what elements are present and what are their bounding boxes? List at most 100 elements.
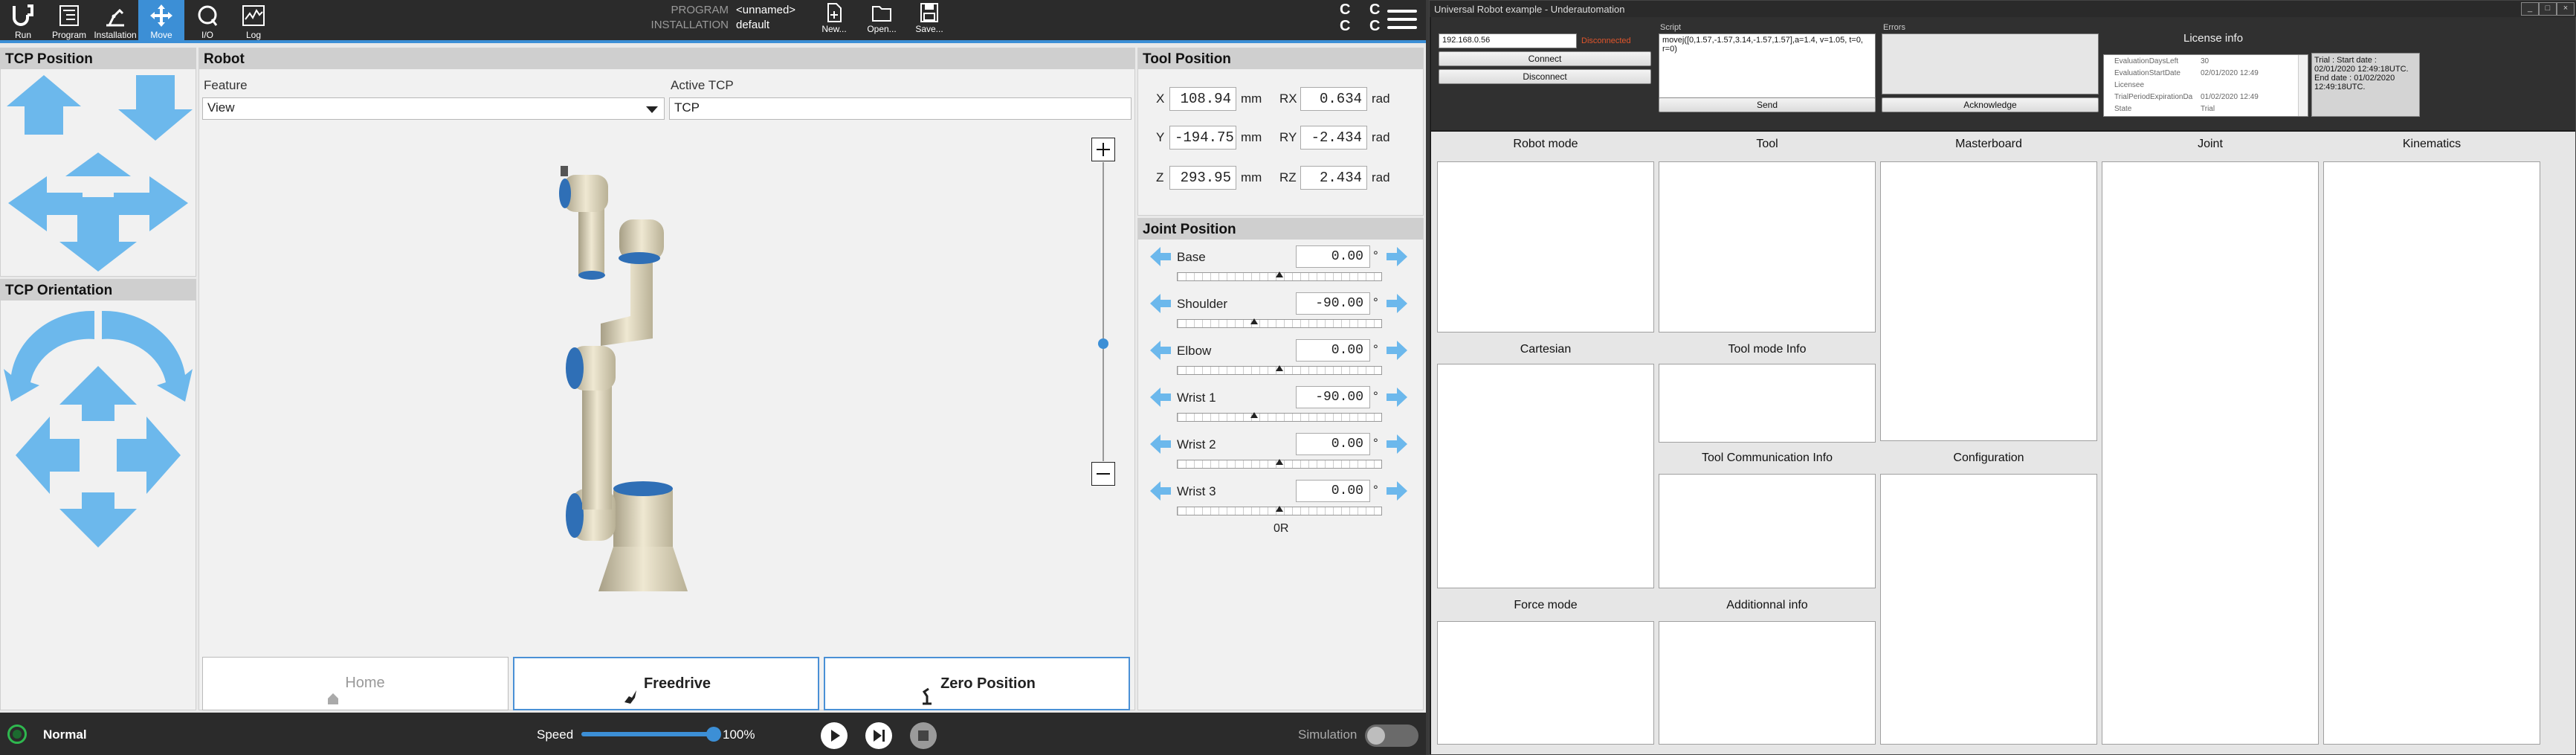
- connect-button[interactable]: Connect: [1439, 51, 1651, 66]
- additional-info-box: [1659, 621, 1876, 745]
- z-value-field[interactable]: 293.95: [1169, 166, 1236, 190]
- acknowledge-button[interactable]: Acknowledge: [1882, 97, 2099, 112]
- step-button[interactable]: [865, 722, 892, 749]
- joint-range-track[interactable]: [1177, 365, 1382, 375]
- freedrive-button[interactable]: Freedrive: [513, 657, 819, 710]
- new-program-button[interactable]: New...: [812, 0, 856, 40]
- active-tcp-field[interactable]: TCP: [669, 97, 1132, 120]
- nav-io-button[interactable]: I/O: [184, 0, 230, 40]
- joint-value-field[interactable]: 0.00: [1296, 245, 1370, 268]
- tool-position-row-y: Y -194.75 mm RY -2.434 rad: [1138, 126, 1424, 152]
- nav-label: I/O: [201, 30, 213, 40]
- joint-range-track[interactable]: [1177, 412, 1382, 422]
- home-robot-icon: [326, 676, 340, 704]
- joint-value-field[interactable]: 0.00: [1296, 339, 1370, 362]
- tool-box: [1659, 161, 1876, 332]
- kinematics-box: [2323, 161, 2540, 745]
- joint-value-field[interactable]: 0.00: [1296, 480, 1370, 502]
- joint-increase-arrow-icon[interactable]: [1385, 433, 1409, 455]
- home-button[interactable]: Home: [202, 657, 509, 710]
- masterboard-box: [1880, 161, 2097, 441]
- license-scrollbar[interactable]: [2298, 55, 2308, 116]
- speed-slider-handle[interactable]: [706, 727, 721, 742]
- minimize-icon[interactable]: _: [2521, 2, 2539, 16]
- joint-increase-arrow-icon[interactable]: [1385, 245, 1409, 268]
- tool-comm-info-box: [1659, 474, 1876, 588]
- speed-slider-track[interactable]: [581, 727, 721, 742]
- joint-increase-arrow-icon[interactable]: [1385, 480, 1409, 502]
- joint-increase-arrow-icon[interactable]: [1385, 339, 1409, 362]
- joint-decrease-arrow-icon[interactable]: [1149, 292, 1172, 315]
- joint-decrease-arrow-icon[interactable]: [1149, 339, 1172, 362]
- tcp-orientation-jog-pad: [4, 310, 193, 547]
- rz-value-field[interactable]: 2.434: [1300, 166, 1367, 190]
- speed-value: 100%: [723, 727, 755, 742]
- nav-installation-button[interactable]: Installation: [92, 0, 138, 40]
- zoom-handle[interactable]: [1098, 338, 1108, 349]
- nav-move-button[interactable]: Move: [138, 0, 184, 40]
- x-value-field[interactable]: 108.94: [1169, 87, 1236, 111]
- script-label: Script: [1660, 23, 1682, 32]
- nav-run-button[interactable]: Run: [0, 0, 46, 40]
- zoom-in-button[interactable]: [1091, 138, 1115, 161]
- ur-logo-icon: [13, 4, 33, 26]
- ip-address-input[interactable]: 192.168.0.56: [1439, 33, 1577, 48]
- license-value: 01/02/2020 12:49: [2201, 93, 2259, 101]
- ry-value-field[interactable]: -2.434: [1300, 126, 1367, 150]
- speed-slider-fill: [581, 732, 714, 736]
- errors-list[interactable]: [1882, 33, 2099, 94]
- send-button[interactable]: Send: [1659, 97, 1876, 112]
- unit-label: rad: [1372, 91, 1390, 106]
- robot-status-icon[interactable]: [7, 725, 27, 744]
- tilt-up-arrow-icon: [59, 366, 137, 421]
- close-icon[interactable]: ×: [2557, 2, 2575, 16]
- zoom-track[interactable]: [1103, 162, 1104, 461]
- license-property-grid[interactable]: EvaluationDaysLeft 30 EvaluationStartDate…: [2103, 54, 2308, 117]
- joint-position-marker: [1276, 506, 1283, 512]
- rx-value-field[interactable]: 0.634: [1300, 87, 1367, 111]
- joint-range-track[interactable]: [1177, 506, 1382, 515]
- joint-title: Joint: [2198, 138, 2223, 150]
- move-icon: [150, 4, 172, 27]
- license-row: State Trial: [2104, 104, 2299, 116]
- joint-value-field[interactable]: -90.00: [1296, 386, 1370, 408]
- tool-mode-info-title: Tool mode Info: [1728, 343, 1807, 356]
- unit-label: rad: [1372, 170, 1390, 184]
- joint-increase-arrow-icon[interactable]: [1385, 386, 1409, 408]
- joint-name: Wrist 1: [1177, 391, 1216, 405]
- joint-row: Wrist 2 0.00 °: [1138, 433, 1424, 478]
- joint-increase-arrow-icon[interactable]: [1385, 292, 1409, 315]
- feature-select[interactable]: View: [202, 97, 665, 120]
- joint-decrease-arrow-icon[interactable]: [1149, 386, 1172, 408]
- y-value-field[interactable]: -194.75: [1169, 126, 1236, 150]
- robot-3d-view[interactable]: [556, 160, 735, 606]
- robot-arm-model: [559, 166, 688, 591]
- zoom-out-button[interactable]: [1091, 462, 1115, 486]
- plus-icon-vertical: [1103, 143, 1104, 156]
- open-program-button[interactable]: Open...: [859, 0, 904, 40]
- joint-value-field[interactable]: -90.00: [1296, 292, 1370, 315]
- play-button[interactable]: [821, 722, 848, 749]
- joint-decrease-arrow-icon[interactable]: [1149, 433, 1172, 455]
- joint-decrease-arrow-icon[interactable]: [1149, 245, 1172, 268]
- stop-button[interactable]: [910, 722, 937, 749]
- joint-range-track[interactable]: [1177, 459, 1382, 469]
- joint-position-panel: Joint Position Base 0.00 ° Shoulder -90.…: [1137, 218, 1424, 710]
- zero-position-button[interactable]: Zero Position: [824, 657, 1130, 710]
- window-title: Universal Robot example - Underautomatio…: [1434, 4, 1625, 15]
- maximize-icon[interactable]: □: [2539, 2, 2557, 16]
- joint-decrease-arrow-icon[interactable]: [1149, 480, 1172, 502]
- nav-program-button[interactable]: Program: [46, 0, 92, 40]
- degree-unit: °: [1373, 389, 1378, 403]
- save-program-button[interactable]: Save...: [907, 0, 952, 40]
- license-row: EvaluationStartDate 02/01/2020 12:49: [2104, 68, 2299, 80]
- nav-log-button[interactable]: Log: [230, 0, 277, 40]
- hamburger-menu-icon[interactable]: [1387, 6, 1417, 31]
- nav-label: Installation: [94, 30, 137, 40]
- simulation-toggle[interactable]: [1365, 725, 1418, 747]
- joint-value-field[interactable]: 0.00: [1296, 433, 1370, 455]
- disconnect-button[interactable]: Disconnect: [1439, 69, 1651, 84]
- joint-range-track[interactable]: [1177, 272, 1382, 281]
- joint-position-marker: [1250, 318, 1258, 324]
- joint-range-track[interactable]: [1177, 318, 1382, 328]
